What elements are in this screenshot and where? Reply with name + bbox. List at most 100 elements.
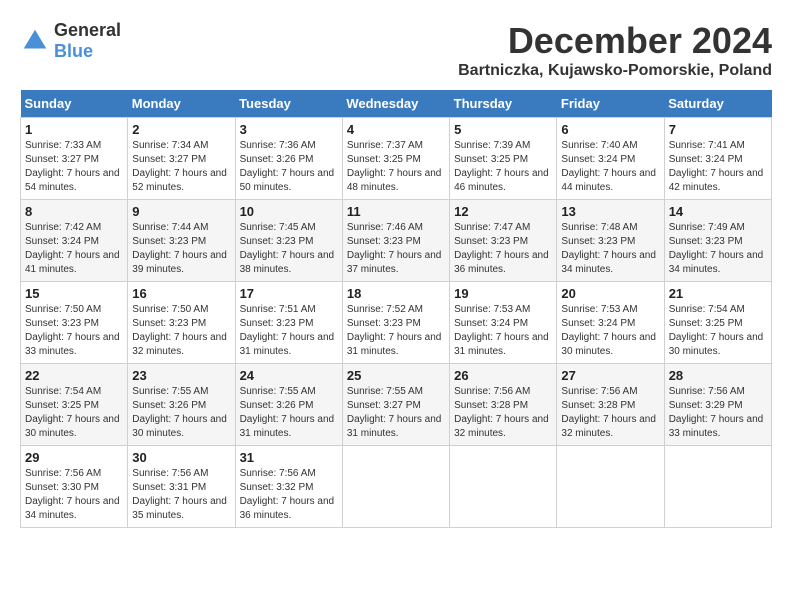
calendar-cell: 24 Sunrise: 7:55 AM Sunset: 3:26 PM Dayl… [235,364,342,446]
calendar-cell: 20 Sunrise: 7:53 AM Sunset: 3:24 PM Dayl… [557,282,664,364]
calendar-cell: 21 Sunrise: 7:54 AM Sunset: 3:25 PM Dayl… [664,282,771,364]
logo-icon [20,26,50,56]
day-info: Sunrise: 7:55 AM Sunset: 3:26 PM Dayligh… [240,385,338,441]
day-info: Sunrise: 7:33 AM Sunset: 3:27 PM Dayligh… [25,139,123,195]
col-friday: Friday [557,90,664,118]
col-saturday: Saturday [664,90,771,118]
day-number: 22 [25,368,123,383]
day-number: 6 [561,122,659,137]
calendar-cell: 26 Sunrise: 7:56 AM Sunset: 3:28 PM Dayl… [450,364,557,446]
calendar-cell: 10 Sunrise: 7:45 AM Sunset: 3:23 PM Dayl… [235,200,342,282]
calendar-cell: 3 Sunrise: 7:36 AM Sunset: 3:26 PM Dayli… [235,118,342,200]
calendar-cell [664,446,771,528]
day-info: Sunrise: 7:39 AM Sunset: 3:25 PM Dayligh… [454,139,552,195]
day-number: 27 [561,368,659,383]
calendar-cell: 9 Sunrise: 7:44 AM Sunset: 3:23 PM Dayli… [128,200,235,282]
day-info: Sunrise: 7:50 AM Sunset: 3:23 PM Dayligh… [132,303,230,359]
day-info: Sunrise: 7:54 AM Sunset: 3:25 PM Dayligh… [25,385,123,441]
day-number: 19 [454,286,552,301]
day-number: 29 [25,450,123,465]
col-thursday: Thursday [450,90,557,118]
day-info: Sunrise: 7:40 AM Sunset: 3:24 PM Dayligh… [561,139,659,195]
day-number: 4 [347,122,445,137]
calendar-cell: 18 Sunrise: 7:52 AM Sunset: 3:23 PM Dayl… [342,282,449,364]
calendar-cell [557,446,664,528]
calendar-week-4: 22 Sunrise: 7:54 AM Sunset: 3:25 PM Dayl… [21,364,772,446]
calendar-cell: 29 Sunrise: 7:56 AM Sunset: 3:30 PM Dayl… [21,446,128,528]
calendar-cell: 13 Sunrise: 7:48 AM Sunset: 3:23 PM Dayl… [557,200,664,282]
title-section: December 2024 Bartniczka, Kujawsko-Pomor… [458,20,772,80]
calendar-cell: 8 Sunrise: 7:42 AM Sunset: 3:24 PM Dayli… [21,200,128,282]
day-number: 12 [454,204,552,219]
day-info: Sunrise: 7:46 AM Sunset: 3:23 PM Dayligh… [347,221,445,277]
day-info: Sunrise: 7:56 AM Sunset: 3:30 PM Dayligh… [25,467,123,523]
day-number: 21 [669,286,767,301]
col-monday: Monday [128,90,235,118]
day-number: 2 [132,122,230,137]
calendar-cell: 31 Sunrise: 7:56 AM Sunset: 3:32 PM Dayl… [235,446,342,528]
day-info: Sunrise: 7:45 AM Sunset: 3:23 PM Dayligh… [240,221,338,277]
calendar-cell [342,446,449,528]
logo: General Blue [20,20,121,62]
day-info: Sunrise: 7:34 AM Sunset: 3:27 PM Dayligh… [132,139,230,195]
logo-blue: Blue [54,41,93,61]
day-number: 30 [132,450,230,465]
day-info: Sunrise: 7:47 AM Sunset: 3:23 PM Dayligh… [454,221,552,277]
location-title: Bartniczka, Kujawsko-Pomorskie, Poland [458,62,772,80]
calendar-cell: 5 Sunrise: 7:39 AM Sunset: 3:25 PM Dayli… [450,118,557,200]
calendar: Sunday Monday Tuesday Wednesday Thursday… [20,90,772,528]
calendar-cell: 25 Sunrise: 7:55 AM Sunset: 3:27 PM Dayl… [342,364,449,446]
day-info: Sunrise: 7:50 AM Sunset: 3:23 PM Dayligh… [25,303,123,359]
day-number: 13 [561,204,659,219]
calendar-cell [450,446,557,528]
day-number: 3 [240,122,338,137]
day-info: Sunrise: 7:56 AM Sunset: 3:32 PM Dayligh… [240,467,338,523]
day-info: Sunrise: 7:37 AM Sunset: 3:25 PM Dayligh… [347,139,445,195]
calendar-cell: 1 Sunrise: 7:33 AM Sunset: 3:27 PM Dayli… [21,118,128,200]
day-info: Sunrise: 7:56 AM Sunset: 3:31 PM Dayligh… [132,467,230,523]
day-info: Sunrise: 7:51 AM Sunset: 3:23 PM Dayligh… [240,303,338,359]
day-number: 25 [347,368,445,383]
calendar-cell: 27 Sunrise: 7:56 AM Sunset: 3:28 PM Dayl… [557,364,664,446]
calendar-week-1: 1 Sunrise: 7:33 AM Sunset: 3:27 PM Dayli… [21,118,772,200]
day-info: Sunrise: 7:53 AM Sunset: 3:24 PM Dayligh… [561,303,659,359]
logo-general: General [54,20,121,40]
calendar-cell: 12 Sunrise: 7:47 AM Sunset: 3:23 PM Dayl… [450,200,557,282]
calendar-header-row: Sunday Monday Tuesday Wednesday Thursday… [21,90,772,118]
day-number: 23 [132,368,230,383]
calendar-week-2: 8 Sunrise: 7:42 AM Sunset: 3:24 PM Dayli… [21,200,772,282]
calendar-cell: 16 Sunrise: 7:50 AM Sunset: 3:23 PM Dayl… [128,282,235,364]
calendar-cell: 23 Sunrise: 7:55 AM Sunset: 3:26 PM Dayl… [128,364,235,446]
day-info: Sunrise: 7:55 AM Sunset: 3:27 PM Dayligh… [347,385,445,441]
calendar-cell: 30 Sunrise: 7:56 AM Sunset: 3:31 PM Dayl… [128,446,235,528]
day-number: 5 [454,122,552,137]
month-title: December 2024 [458,20,772,62]
day-info: Sunrise: 7:54 AM Sunset: 3:25 PM Dayligh… [669,303,767,359]
calendar-cell: 17 Sunrise: 7:51 AM Sunset: 3:23 PM Dayl… [235,282,342,364]
day-number: 14 [669,204,767,219]
day-info: Sunrise: 7:53 AM Sunset: 3:24 PM Dayligh… [454,303,552,359]
day-info: Sunrise: 7:56 AM Sunset: 3:28 PM Dayligh… [561,385,659,441]
day-number: 26 [454,368,552,383]
day-info: Sunrise: 7:42 AM Sunset: 3:24 PM Dayligh… [25,221,123,277]
day-number: 1 [25,122,123,137]
calendar-cell: 6 Sunrise: 7:40 AM Sunset: 3:24 PM Dayli… [557,118,664,200]
day-number: 17 [240,286,338,301]
day-number: 7 [669,122,767,137]
calendar-cell: 19 Sunrise: 7:53 AM Sunset: 3:24 PM Dayl… [450,282,557,364]
header: General Blue December 2024 Bartniczka, K… [20,20,772,80]
day-number: 16 [132,286,230,301]
day-info: Sunrise: 7:41 AM Sunset: 3:24 PM Dayligh… [669,139,767,195]
day-info: Sunrise: 7:44 AM Sunset: 3:23 PM Dayligh… [132,221,230,277]
calendar-week-3: 15 Sunrise: 7:50 AM Sunset: 3:23 PM Dayl… [21,282,772,364]
calendar-cell: 14 Sunrise: 7:49 AM Sunset: 3:23 PM Dayl… [664,200,771,282]
day-number: 15 [25,286,123,301]
col-wednesday: Wednesday [342,90,449,118]
calendar-cell: 4 Sunrise: 7:37 AM Sunset: 3:25 PM Dayli… [342,118,449,200]
day-number: 31 [240,450,338,465]
day-number: 24 [240,368,338,383]
day-info: Sunrise: 7:55 AM Sunset: 3:26 PM Dayligh… [132,385,230,441]
calendar-cell: 2 Sunrise: 7:34 AM Sunset: 3:27 PM Dayli… [128,118,235,200]
col-tuesday: Tuesday [235,90,342,118]
day-number: 10 [240,204,338,219]
